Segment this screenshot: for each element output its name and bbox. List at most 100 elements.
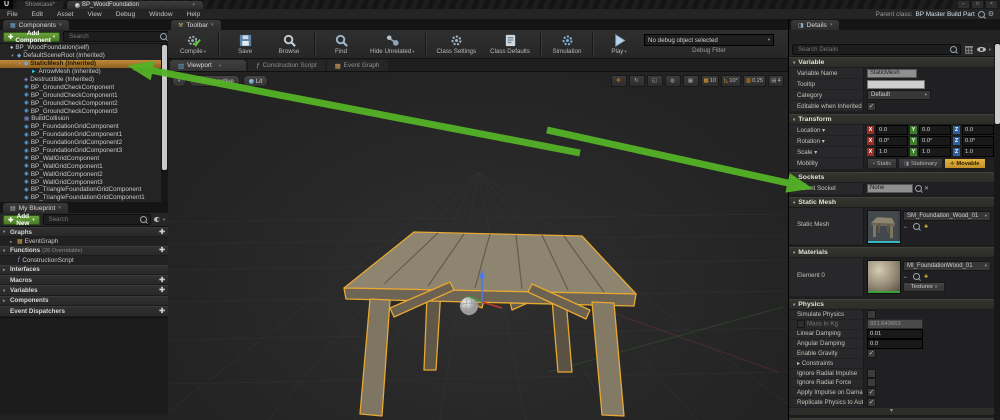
window-tab[interactable]: Showcase*	[17, 1, 63, 9]
scale-z-field[interactable]: 1.0	[962, 147, 994, 157]
tab-components[interactable]: ▦ Components▾	[3, 20, 69, 30]
material-dropdown[interactable]: MI_FoundationWood_01▾	[903, 261, 991, 271]
tree-item[interactable]: ◉BP_WallGridComponent2	[0, 170, 168, 178]
use-selected-asset-icon[interactable]: ←	[903, 274, 909, 280]
add-new-button[interactable]: ✚Add New▾	[3, 215, 40, 225]
components-search[interactable]	[63, 31, 171, 42]
tree-item[interactable]: ●BP_WoodFoundation(self)	[0, 44, 168, 52]
lit-button[interactable]: Lit	[243, 75, 269, 87]
find-parent-class-icon[interactable]	[978, 11, 985, 18]
tree-item[interactable]: ▦BuildCollision	[0, 115, 168, 123]
scale-y-field[interactable]: 1.0	[919, 147, 951, 157]
hide-unrelated-button[interactable]: Hide Unrelated▾	[364, 32, 421, 56]
blueprint-section[interactable]: Event Dispatchers✚	[0, 306, 168, 316]
blueprint-item[interactable]: ▸▦EventGraph	[0, 237, 168, 245]
static-mesh-dropdown[interactable]: SM_Foundation_Wood_01▾	[903, 211, 991, 221]
class-settings-button[interactable]: Class Settings	[431, 32, 483, 56]
tree-item[interactable]: ◉BP_FoundationGridComponent1	[0, 131, 168, 139]
browse-button[interactable]: Browse	[268, 32, 310, 56]
blueprint-section[interactable]: ▸Components	[0, 296, 168, 306]
editable-when-inherited-checkbox[interactable]	[867, 102, 876, 111]
viewport-3d[interactable]: ▾ ◇ Perspective Lit ✛ ↻ ◱ ◍ ▦ ▩10 ◺10° ▥…	[168, 72, 788, 420]
mobility-stationary-button[interactable]: ◨Stationary	[898, 158, 943, 169]
section-materials[interactable]: ▾Materials	[789, 247, 994, 258]
expander-icon[interactable]: ▸	[797, 360, 802, 367]
tree-item[interactable]: ◉BP_TriangleFoundationGridComponent1	[0, 194, 168, 202]
tab-viewport[interactable]: ▥Viewport▾	[170, 60, 246, 71]
linear-damping-field[interactable]: 0.01	[867, 329, 923, 339]
tree-item[interactable]: ◉BP_WallGridComponent	[0, 154, 168, 162]
debug-object-dropdown[interactable]: No debug object selected▾	[644, 34, 774, 46]
scale-x-field[interactable]: 1.0	[876, 147, 908, 157]
perspective-button[interactable]: ◇ Perspective	[189, 75, 240, 87]
maximize-button[interactable]: □	[971, 0, 984, 9]
blueprint-section[interactable]: ▾Variables✚	[0, 285, 168, 295]
tree-item[interactable]: ◉BP_GroundCheckComponent	[0, 83, 168, 91]
scale-snap-button[interactable]: ▥0.25	[743, 75, 766, 87]
tree-item[interactable]: ◉BP_GroundCheckComponent1	[0, 91, 168, 99]
blueprint-section[interactable]: Macros✚	[0, 275, 168, 285]
rotation-label[interactable]: Rotation ▾	[789, 138, 863, 145]
variable-name-field[interactable]: StaticMesh	[867, 69, 917, 78]
rotate-mode-button[interactable]: ↻	[629, 75, 645, 87]
camera-speed-button[interactable]: ▤4	[768, 75, 784, 87]
menu-item-edit[interactable]: Edit	[25, 11, 50, 18]
rotation-y-field[interactable]: 0.0°	[919, 136, 951, 146]
surface-snap-button[interactable]: ▦	[683, 75, 699, 87]
tree-item[interactable]: ◉BP_FoundationGridComponent	[0, 123, 168, 131]
details-scrollbar[interactable]	[994, 43, 1000, 420]
property-matrix-icon[interactable]	[964, 45, 974, 55]
convert-asset-icon[interactable]: ✚	[924, 224, 928, 230]
add-icon[interactable]: ✚	[159, 247, 165, 254]
location-z-field[interactable]: 0.0	[962, 125, 994, 135]
menu-item-file[interactable]: File	[0, 11, 25, 18]
my-blueprint-search[interactable]	[43, 214, 151, 225]
tree-item[interactable]: ◉BP_WallGridComponent1	[0, 162, 168, 170]
tree-item[interactable]: ◉BP_TriangleFoundationGridComponent	[0, 186, 168, 194]
rotation-z-field[interactable]: 0.0°	[962, 136, 994, 146]
use-selected-asset-icon[interactable]: ←	[903, 224, 909, 230]
expander-icon[interactable]: ▾	[10, 53, 15, 59]
tree-item[interactable]: ◉BP_FoundationGridComponent3	[0, 147, 168, 155]
section-physics[interactable]: ▾Physics	[789, 299, 994, 310]
apply-impulse-on-damage-checkbox[interactable]	[867, 388, 876, 397]
tab-event-graph[interactable]: ▦Event Graph	[327, 60, 388, 71]
blueprint-item[interactable]: ƒConstructionScript	[0, 256, 168, 264]
add-icon[interactable]: ✚	[159, 277, 165, 284]
blueprint-section[interactable]: ▾Functions(26 Overridable)✚	[0, 246, 168, 256]
ignore-radial-force-checkbox[interactable]	[867, 378, 876, 387]
rotation-x-field[interactable]: 0.0°	[876, 136, 908, 146]
grid-snap-button[interactable]: ▩10	[701, 75, 720, 87]
tab-construction-script[interactable]: ƒConstruction Script	[248, 60, 325, 71]
menu-item-view[interactable]: View	[81, 11, 109, 18]
tree-item[interactable]: ▾◆DefaultSceneRoot (Inherited)	[0, 52, 168, 60]
replicate-physics-to-autonomous-p-checkbox[interactable]	[867, 398, 876, 407]
ignore-radial-impulse-checkbox[interactable]	[867, 369, 876, 378]
details-view-options-icon[interactable]	[977, 47, 986, 52]
mobility-static-button[interactable]: ▪Static	[867, 158, 897, 169]
static-mesh-thumbnail[interactable]	[867, 210, 901, 244]
close-button[interactable]: ×	[985, 0, 998, 9]
details-search[interactable]	[792, 44, 961, 55]
menu-item-window[interactable]: Window	[142, 11, 179, 18]
convert-asset-icon[interactable]: ✚	[924, 274, 928, 280]
section-static-mesh[interactable]: ▾Static Mesh	[789, 197, 994, 208]
location-y-field[interactable]: 0.0	[919, 125, 951, 135]
tree-item[interactable]: ◉BP_GroundCheckComponent2	[0, 99, 168, 107]
socket-clear-icon[interactable]: ✕	[924, 185, 929, 192]
tree-item[interactable]: ◉BP_WallGridComponent3	[0, 178, 168, 186]
menu-item-help[interactable]: Help	[180, 11, 208, 18]
tree-item[interactable]: ►ArrowMesh (Inherited)	[0, 68, 168, 76]
rotation-snap-button[interactable]: ◺10°	[721, 75, 741, 87]
angular-damping-field[interactable]: 0.0	[867, 339, 923, 349]
parent-socket-field[interactable]: None	[867, 184, 913, 193]
mobility-movable-button[interactable]: ✛Movable	[944, 158, 985, 169]
components-scrollbar[interactable]	[161, 44, 168, 202]
simulation-button[interactable]: Simulation	[546, 32, 588, 56]
minimize-button[interactable]: −	[957, 0, 970, 9]
edit-parent-class-icon[interactable]: ⚙	[988, 11, 994, 18]
scale-label[interactable]: Scale ▾	[789, 149, 863, 156]
tree-item[interactable]: ◈Destructible (Inherited)	[0, 76, 168, 84]
world-local-toggle[interactable]: ◍	[665, 75, 681, 87]
tab-my-blueprint[interactable]: ▤ My Blueprint▾	[3, 203, 68, 213]
